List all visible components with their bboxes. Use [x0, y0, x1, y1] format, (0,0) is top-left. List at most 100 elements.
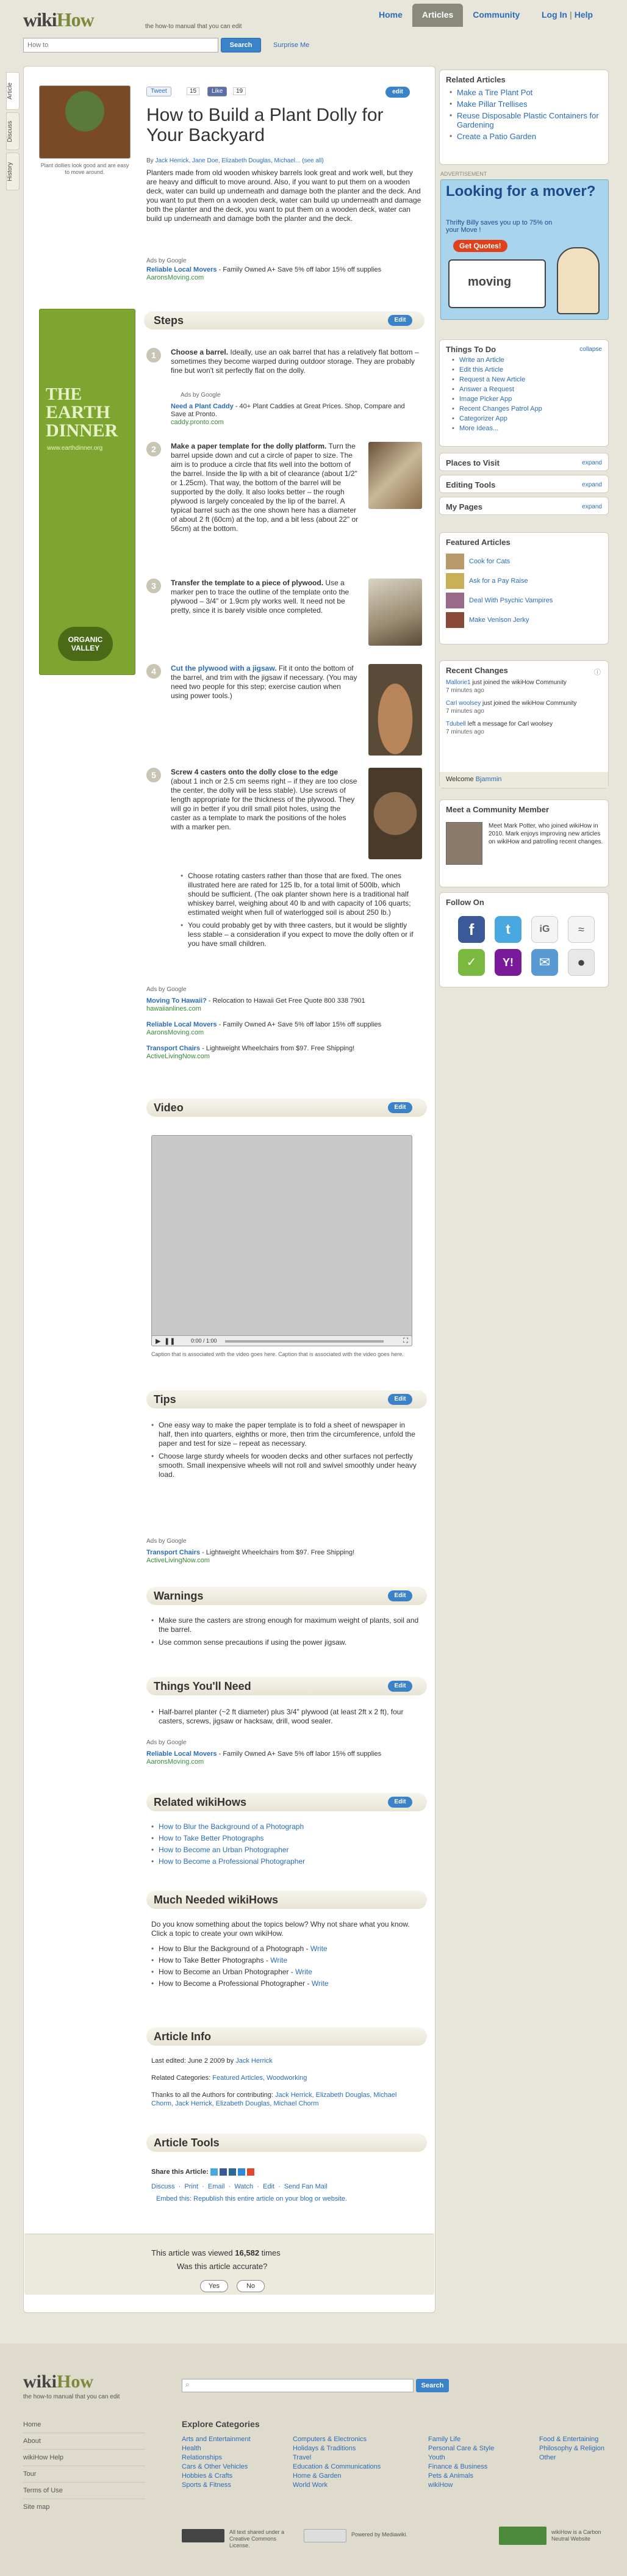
- see-all-authors[interactable]: (see all): [302, 157, 324, 164]
- video-edit-button[interactable]: Edit: [388, 1102, 412, 1113]
- carbon-badge[interactable]: [499, 2527, 546, 2545]
- related-article-4[interactable]: Create a Patio Garden: [457, 132, 536, 141]
- todo-rc-patrol[interactable]: Recent Changes Patrol App: [459, 405, 542, 413]
- facebook-share-icon[interactable]: [219, 2168, 227, 2176]
- get-quotes-button[interactable]: Get Quotes!: [453, 240, 507, 252]
- cat-link[interactable]: Pets & Animals: [428, 2472, 473, 2480]
- footer-search-button[interactable]: Search: [416, 2379, 449, 2392]
- step-1-ad-title[interactable]: Need a Plant Caddy: [171, 403, 234, 410]
- like-button[interactable]: Like: [207, 87, 228, 96]
- android-icon[interactable]: ✓: [458, 949, 485, 976]
- todo-more[interactable]: More Ideas...: [459, 425, 498, 432]
- cat-link[interactable]: Holidays & Traditions: [293, 2445, 356, 2452]
- places-to-visit-box[interactable]: Places to Visit expand: [439, 453, 609, 471]
- search-button[interactable]: Search: [221, 38, 261, 52]
- cc-badge[interactable]: [182, 2529, 224, 2542]
- search-input[interactable]: [23, 38, 218, 52]
- todo-write[interactable]: Write an Article: [459, 356, 504, 364]
- nav-articles[interactable]: Articles: [412, 4, 464, 27]
- mover-ad[interactable]: Looking for a mover? Thrifty Billy saves…: [440, 179, 609, 320]
- twitter-icon[interactable]: t: [495, 916, 521, 943]
- progress-track[interactable]: [225, 1340, 384, 1343]
- help-link[interactable]: Help: [575, 10, 593, 20]
- cat-link[interactable]: Other: [539, 2454, 556, 2461]
- yahoo-icon[interactable]: Y!: [495, 949, 521, 976]
- cat-link[interactable]: Personal Care & Style: [428, 2445, 494, 2452]
- earth-dinner-ad[interactable]: THE EARTH DINNER www.earthdinner.org ORG…: [39, 309, 135, 675]
- discuss-link[interactable]: Discuss: [151, 2183, 175, 2190]
- cat-link[interactable]: Travel: [293, 2454, 311, 2461]
- embed-link[interactable]: Embed this: Republish this entire articl…: [156, 2195, 347, 2204]
- editing-expand[interactable]: expand: [582, 482, 602, 488]
- related-article-2[interactable]: Make Pillar Trellises: [457, 99, 528, 109]
- cat-link[interactable]: Philosophy & Religion: [539, 2445, 604, 2452]
- write-link-1[interactable]: Write: [310, 1944, 328, 1953]
- tab-history[interactable]: History: [6, 153, 20, 190]
- ad-chairs-url[interactable]: ActiveLivingNow.com: [146, 1053, 210, 1060]
- email-link[interactable]: Email: [208, 2183, 225, 2190]
- video-player[interactable]: [151, 1135, 412, 1346]
- fullscreen-icon[interactable]: ⛶: [403, 1337, 408, 1345]
- pause-icon[interactable]: ❚❚: [164, 1337, 175, 1345]
- footer-sitemap[interactable]: Site map: [23, 2503, 49, 2511]
- cat-link[interactable]: Computers & Electronics: [293, 2436, 367, 2443]
- footer-tour[interactable]: Tour: [23, 2470, 36, 2478]
- cat-link[interactable]: Family Life: [428, 2436, 460, 2443]
- cat-link[interactable]: Sports & Fitness: [182, 2481, 231, 2489]
- footer-help[interactable]: wikiHow Help: [23, 2454, 63, 2461]
- ad-hawaii-url[interactable]: hawaiianlines.com: [146, 1005, 201, 1012]
- rss-icon[interactable]: ≈: [568, 916, 595, 943]
- cat-link[interactable]: wikiHow: [428, 2481, 453, 2489]
- tab-discuss[interactable]: Discuss: [6, 112, 20, 150]
- play-icon[interactable]: ▶: [156, 1337, 160, 1345]
- yes-button[interactable]: Yes: [200, 2280, 228, 2292]
- featured-link-2[interactable]: Ask for a Pay Raise: [469, 577, 528, 585]
- todo-categorizer[interactable]: Categorizer App: [459, 415, 507, 422]
- email-icon[interactable]: ✉: [531, 949, 558, 976]
- things-edit-button[interactable]: Edit: [388, 1681, 412, 1692]
- tips-ad-url[interactable]: ActiveLivingNow.com: [146, 1557, 210, 1564]
- steps-edit-button[interactable]: Edit: [388, 315, 412, 326]
- related-article-1[interactable]: Make a Tire Plant Pot: [457, 88, 532, 97]
- step-1-ad-url[interactable]: caddy.pronto.com: [171, 419, 224, 426]
- rc-user-3[interactable]: Tdubell: [446, 721, 466, 727]
- apple-icon[interactable]: ●: [568, 949, 595, 976]
- twitter-share-icon[interactable]: [210, 2168, 218, 2176]
- cat-link[interactable]: Relationships: [182, 2454, 222, 2461]
- tips-ad-title[interactable]: Transport Chairs: [146, 1549, 200, 1556]
- footer-search-input[interactable]: [182, 2379, 414, 2392]
- google-icon[interactable]: iG: [531, 916, 558, 943]
- cat-link[interactable]: Youth: [428, 2454, 445, 2461]
- delicious-share-icon[interactable]: [237, 2168, 245, 2176]
- write-link-4[interactable]: Write: [312, 1979, 329, 1988]
- things-ad-title[interactable]: Reliable Local Movers: [146, 1750, 217, 1758]
- ad-url[interactable]: AaronsMoving.com: [146, 274, 204, 281]
- footer-home[interactable]: Home: [23, 2421, 41, 2428]
- ad-hawaii-title[interactable]: Moving To Hawaii?: [146, 997, 207, 1005]
- cat-link[interactable]: Hobbies & Crafts: [182, 2472, 232, 2480]
- featured-link-4[interactable]: Make Venison Jerky: [469, 616, 529, 624]
- rc-user-1[interactable]: Mallorie1: [446, 679, 471, 686]
- fan-mail-link[interactable]: Send Fan Mail: [284, 2183, 328, 2190]
- editing-tools-box[interactable]: Editing Tools expand: [439, 475, 609, 493]
- cat-link[interactable]: World Work: [293, 2481, 328, 2489]
- cat-link[interactable]: Finance & Business: [428, 2463, 487, 2470]
- nav-community[interactable]: Community: [463, 4, 529, 27]
- warnings-edit-button[interactable]: Edit: [388, 1590, 412, 1601]
- footer-terms[interactable]: Terms of Use: [23, 2487, 63, 2494]
- facebook-icon[interactable]: f: [458, 916, 485, 943]
- login-link[interactable]: Log In: [542, 10, 567, 20]
- tips-edit-button[interactable]: Edit: [388, 1394, 412, 1405]
- featured-link-1[interactable]: Cook for Cats: [469, 558, 510, 565]
- related-link-1[interactable]: How to Blur the Background of a Photogra…: [159, 1822, 304, 1831]
- categories-links[interactable]: Featured Articles, Woodworking: [212, 2074, 307, 2082]
- related-link-2[interactable]: How to Take Better Photographs: [159, 1834, 264, 1842]
- authors-link[interactable]: Jack Herrick, Jane Doe, Elizabeth Dougla…: [155, 157, 300, 164]
- ad-chairs-title[interactable]: Transport Chairs: [146, 1045, 200, 1052]
- write-link-2[interactable]: Write: [270, 1956, 287, 1964]
- footer-logo[interactable]: wikiHow: [23, 2372, 93, 2392]
- related-link-3[interactable]: How to Become an Urban Photographer: [159, 1845, 288, 1854]
- cat-link[interactable]: Arts and Entertainment: [182, 2436, 251, 2443]
- welcome-user[interactable]: Bjammin: [476, 776, 502, 783]
- tweet-button[interactable]: Tweet: [146, 87, 171, 96]
